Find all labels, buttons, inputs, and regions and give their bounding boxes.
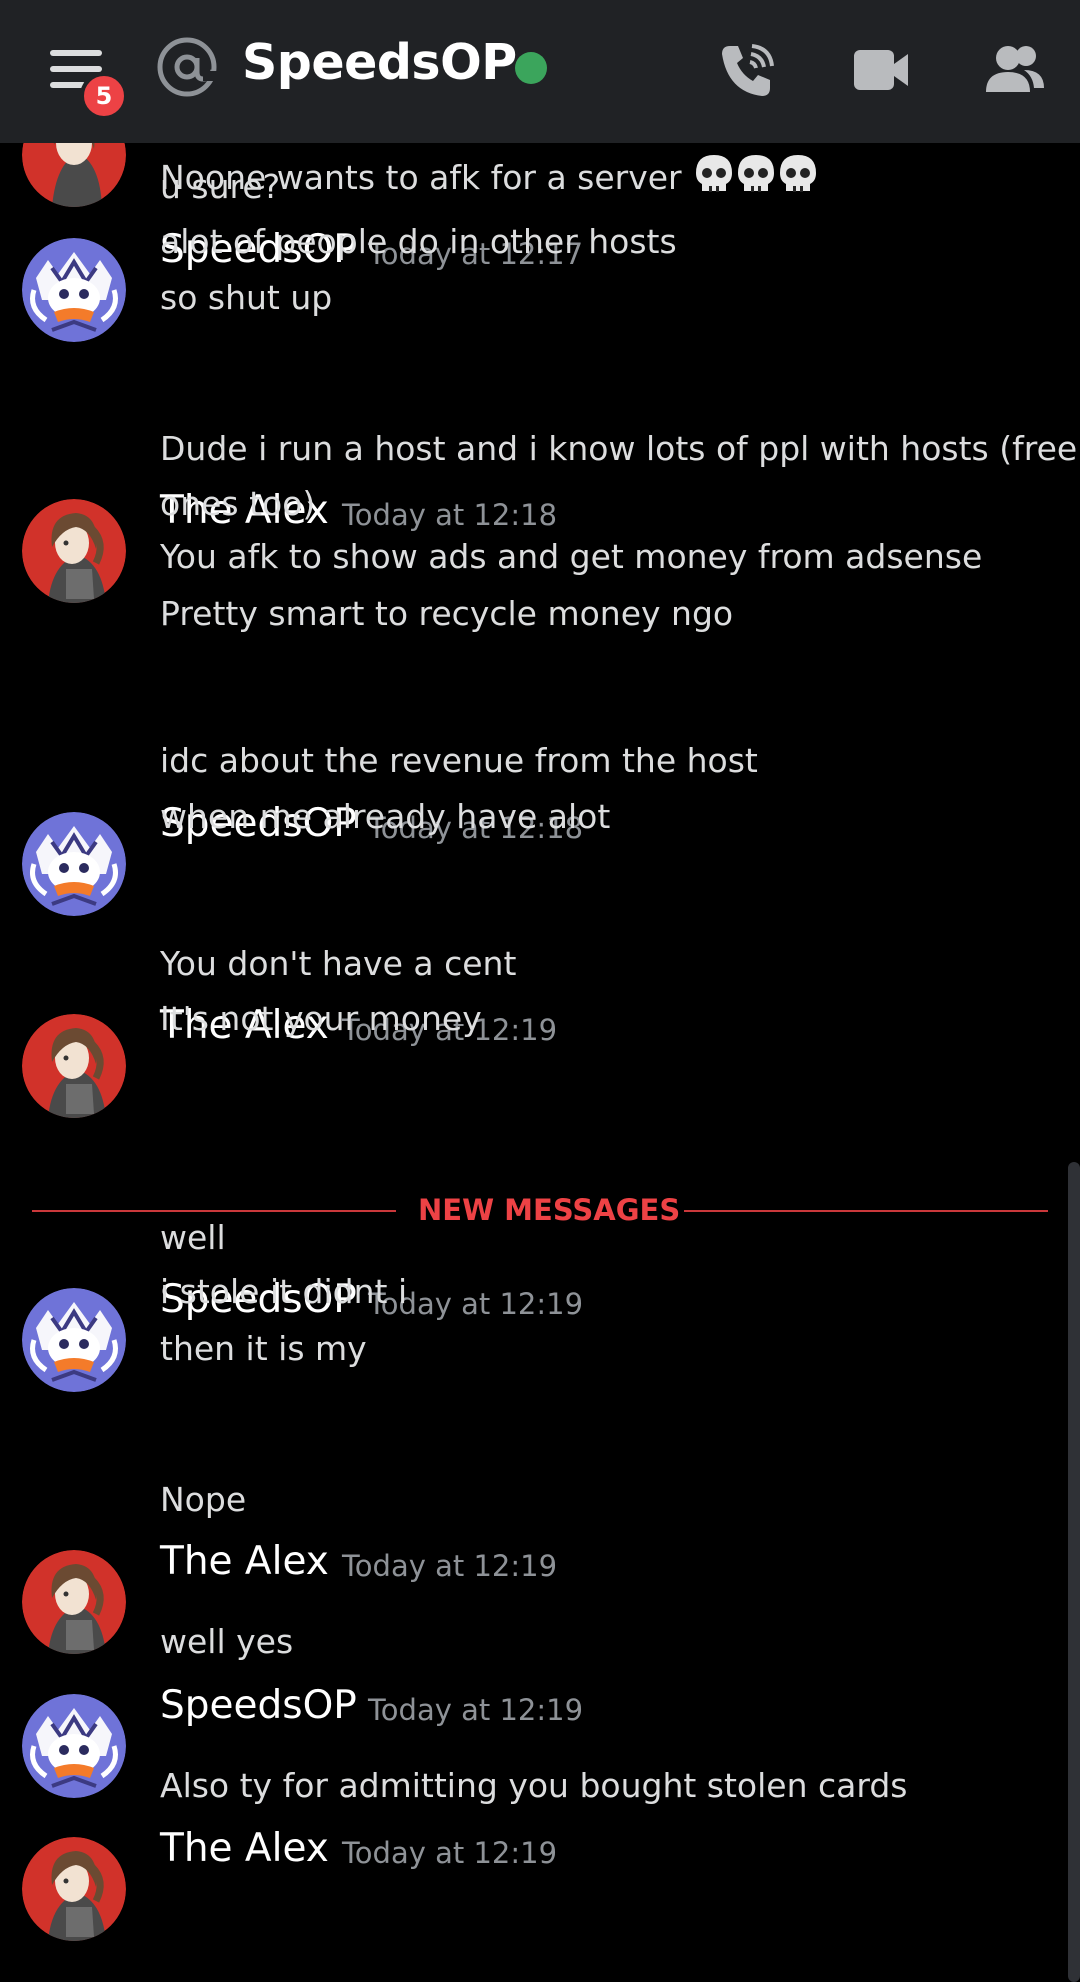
message-text: It's not your money xyxy=(160,999,482,1038)
new-messages-divider-left xyxy=(32,1210,396,1212)
message-text: well xyxy=(160,1218,226,1257)
call-icon[interactable] xyxy=(716,40,778,102)
page-title: SpeedsOP xyxy=(242,34,517,91)
new-messages-label: NEW MESSAGES xyxy=(418,1193,681,1227)
message-text: Pretty smart to recycle money ngo xyxy=(160,594,734,633)
message-list[interactable]: Noone wants to afk for a server NEW MESS… xyxy=(0,143,1080,1982)
avatar-the-alex[interactable] xyxy=(22,1014,126,1118)
avatar-speedsop[interactable] xyxy=(22,238,126,342)
message-text: You don't have a cent xyxy=(160,944,517,983)
avatar-speedsop[interactable] xyxy=(22,1288,126,1392)
avatar-the-alex[interactable] xyxy=(22,143,126,207)
members-icon[interactable] xyxy=(984,40,1046,102)
scrollbar[interactable] xyxy=(1068,1162,1080,1982)
message-username[interactable]: The Alex xyxy=(160,1539,329,1584)
message-text: when me already have alot xyxy=(160,797,611,836)
message-text: Nope xyxy=(160,1480,247,1519)
skull-emoji-icon xyxy=(780,155,817,192)
avatar-the-alex[interactable] xyxy=(22,1837,126,1941)
at-icon xyxy=(157,37,218,97)
message-timestamp: Today at 12:19 xyxy=(342,1836,558,1870)
avatar-the-alex[interactable] xyxy=(22,1550,126,1654)
channel-header: 5 SpeedsOP xyxy=(0,0,1080,143)
avatar-speedsop[interactable] xyxy=(22,812,126,916)
unread-badge: 5 xyxy=(80,72,128,120)
message-text: alot of people do in other hosts xyxy=(160,222,677,261)
message-text: u sure? xyxy=(160,167,281,206)
message-text: ones too) xyxy=(160,484,316,523)
skull-emoji-icon xyxy=(696,155,733,192)
message-username[interactable]: The Alex xyxy=(160,1826,329,1871)
message-timestamp: Today at 12:19 xyxy=(342,1549,558,1583)
message-text: then it is my xyxy=(160,1329,367,1368)
video-icon[interactable] xyxy=(852,40,910,102)
message-text: You afk to show ads and get money from a… xyxy=(160,537,983,576)
message-timestamp: Today at 12:19 xyxy=(368,1693,584,1727)
avatar-the-alex[interactable] xyxy=(22,499,126,603)
message-timestamp: Today at 12:18 xyxy=(342,498,558,532)
message-text: Dude i run a host and i know lots of ppl… xyxy=(160,429,1078,468)
message-text: Also ty for admitting you bought stolen … xyxy=(160,1766,908,1805)
message-text: i stole it didnt i xyxy=(160,1272,408,1311)
avatar-speedsop[interactable] xyxy=(22,1694,126,1798)
new-messages-divider-right xyxy=(684,1210,1048,1212)
message-text: so shut up xyxy=(160,278,333,317)
online-status-dot xyxy=(515,52,547,84)
message-text: idc about the revenue from the host xyxy=(160,741,758,780)
skull-emoji-icon xyxy=(738,155,775,192)
message-username[interactable]: SpeedsOP xyxy=(160,1683,357,1728)
message-text: well yes xyxy=(160,1622,294,1661)
